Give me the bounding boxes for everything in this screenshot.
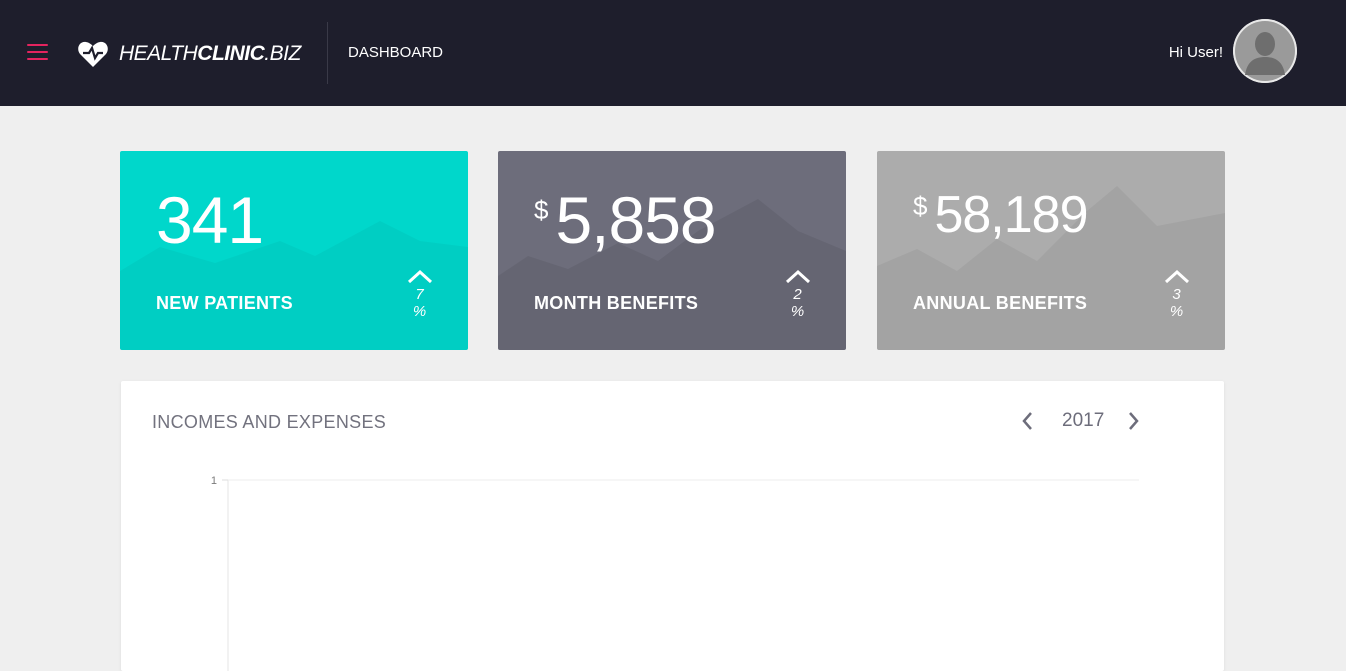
- header-divider: [327, 22, 328, 84]
- breadcrumb[interactable]: DASHBOARD: [348, 44, 443, 61]
- stat-card-new-patients: 341 NEW PATIENTS 7 %: [120, 151, 468, 350]
- stat-trend: 3 %: [1163, 269, 1191, 320]
- incomes-expenses-panel: INCOMES AND EXPENSES 2017 1: [121, 381, 1224, 671]
- avatar[interactable]: [1233, 19, 1297, 83]
- chevron-up-icon: [407, 269, 433, 284]
- incomes-expenses-chart: 1: [211, 475, 1139, 671]
- logo-text: HEALTHCLINIC.BIZ: [119, 42, 301, 65]
- stat-change: 7 %: [412, 286, 428, 320]
- stat-label: NEW PATIENTS: [156, 293, 293, 313]
- stat-value: $5,858: [534, 183, 717, 257]
- mountain-background-icon: [877, 186, 1225, 350]
- stat-card-month-benefits: $5,858 MONTH BENEFITS 2 %: [498, 151, 846, 350]
- y-tick-label: 1: [211, 475, 217, 487]
- stat-label: ANNUAL BENEFITS: [913, 293, 1088, 313]
- stat-trend: 2 %: [784, 269, 812, 320]
- logo[interactable]: HEALTHCLINIC.BIZ: [77, 38, 301, 70]
- top-navbar: HEALTHCLINIC.BIZ DASHBOARD Hi User!: [0, 0, 1346, 106]
- user-silhouette-icon: [1233, 19, 1297, 83]
- heart-logo-icon: [78, 41, 108, 67]
- chevron-up-icon: [1164, 269, 1190, 284]
- stat-value: 341: [156, 183, 264, 257]
- stat-value: $58,189: [913, 186, 1089, 244]
- stat-label: MONTH BENEFITS: [534, 293, 699, 313]
- stat-change: 2 %: [790, 286, 806, 320]
- stat-trend: 7 %: [406, 269, 434, 320]
- chevron-up-icon: [785, 269, 811, 284]
- user-greeting: Hi User!: [1168, 44, 1223, 61]
- stat-card-annual-benefits: $58,189 ANNUAL BENEFITS 3 %: [877, 151, 1225, 350]
- stat-change: 3 %: [1169, 286, 1185, 320]
- hamburger-icon[interactable]: [27, 44, 48, 60]
